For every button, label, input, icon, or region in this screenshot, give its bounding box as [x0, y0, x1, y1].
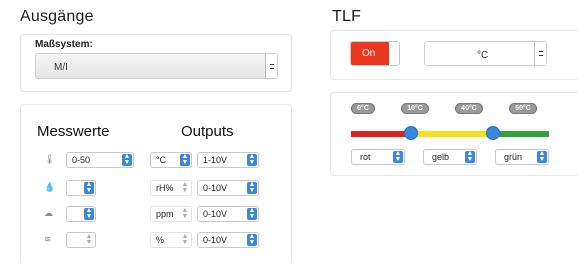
- unit-value: ppm: [156, 209, 174, 219]
- output-value: 0-10V: [203, 209, 228, 219]
- slider-green-segment: [493, 131, 549, 137]
- unit-select-value: °C: [477, 50, 489, 61]
- select-caret-icon: ▲ ▼: [465, 150, 475, 163]
- measure-system-label: Maßsystem:: [35, 39, 93, 50]
- tlf-control-panel: On °C: [330, 30, 578, 80]
- toggle-label: On: [362, 48, 376, 59]
- select-caret-icon: ▲ ▼: [84, 181, 94, 194]
- output-select[interactable]: 1-10V ▲ ▼: [197, 152, 259, 168]
- co2-icon: ☁: [44, 208, 53, 218]
- select-caret-icon: ▲ ▼: [122, 153, 132, 166]
- voc-icon: ≋: [44, 234, 52, 244]
- output-value: 0-10V: [203, 183, 228, 193]
- select-caret-icon: ▲ ▼: [393, 150, 403, 163]
- measure-system-select[interactable]: M/I: [35, 53, 278, 79]
- measurements-header: Messwerte: [37, 123, 110, 140]
- select-caret-icon: ▲ ▼: [537, 150, 547, 163]
- scale-label: 40°C: [455, 103, 483, 114]
- color-select[interactable]: rot ▲ ▼: [351, 149, 405, 165]
- output-select[interactable]: 0-10V ▲ ▼: [197, 180, 259, 196]
- select-caret-icon: ▲ ▼: [247, 153, 257, 166]
- scale-label: 50°C: [509, 103, 537, 114]
- color-select-value: gelb: [432, 152, 450, 162]
- unit-value: %: [156, 235, 165, 245]
- output-select[interactable]: 0-10V ▲ ▼: [197, 232, 259, 248]
- on-toggle[interactable]: On: [350, 41, 400, 66]
- output-select[interactable]: 0-10V ▲ ▼: [197, 206, 259, 222]
- slider-yellow-segment: [411, 131, 493, 137]
- unit-value: rH%: [156, 183, 174, 193]
- range-value: 0-50: [72, 155, 91, 165]
- outputs-title: Ausgänge: [20, 8, 94, 25]
- select-caret-icon: ▲ ▼: [84, 207, 94, 220]
- thermometer-icon: 🌡: [44, 154, 56, 164]
- slider-knob-low[interactable]: [404, 126, 418, 140]
- select-stepper-icon: [534, 42, 546, 65]
- output-value: 0-10V: [203, 235, 228, 245]
- unit-select[interactable]: ppm ▲ ▼: [150, 206, 192, 222]
- scale-label: 10°C: [401, 103, 429, 114]
- select-caret-icon: ▲ ▼: [247, 207, 257, 220]
- humidity-icon: 💧: [44, 182, 56, 192]
- select-caret-icon: ▲ ▼: [180, 153, 190, 166]
- range-select[interactable]: ▲ ▼: [66, 232, 96, 248]
- tlf-scale-panel: 0°C 10°C 40°C 50°C rot ▲ ▼ gelb ▲ ▼ grün ▲ ▼: [330, 92, 578, 176]
- unit-select[interactable]: °C: [424, 41, 547, 66]
- unit-select[interactable]: rH% ▲ ▼: [150, 180, 192, 196]
- unit-value: °C: [156, 155, 167, 165]
- select-caret-icon: ▲ ▼: [181, 207, 189, 220]
- color-select-value: grün: [504, 152, 523, 162]
- tlf-title: TLF: [332, 8, 362, 25]
- select-caret-icon: ▲ ▼: [247, 233, 257, 246]
- color-range-slider[interactable]: [351, 126, 549, 140]
- range-select[interactable]: ▲ ▼: [66, 180, 96, 196]
- slider-knob-high[interactable]: [486, 126, 500, 140]
- select-stepper-icon: [265, 54, 277, 78]
- output-value: 1-10V: [203, 155, 228, 165]
- unit-select[interactable]: °C ▲ ▼: [150, 152, 192, 168]
- color-select[interactable]: grün ▲ ▼: [495, 149, 549, 165]
- select-caret-icon: ▲ ▼: [85, 233, 93, 246]
- unit-select[interactable]: % ▲ ▼: [150, 232, 192, 248]
- color-select[interactable]: gelb ▲ ▼: [423, 149, 477, 165]
- measure-system-value: M/I: [54, 62, 68, 73]
- scale-label: 0°C: [351, 103, 375, 114]
- outputs-header: Outputs: [181, 123, 234, 140]
- measure-system-panel: Maßsystem: M/I: [20, 34, 292, 92]
- slider-red-segment: [351, 131, 411, 137]
- select-caret-icon: ▲ ▼: [181, 233, 189, 246]
- range-select[interactable]: 0-50 ▲ ▼: [66, 152, 134, 168]
- select-caret-icon: ▲ ▼: [181, 181, 189, 194]
- color-select-value: rot: [360, 152, 371, 162]
- range-select[interactable]: ▲ ▼: [66, 206, 96, 222]
- select-caret-icon: ▲ ▼: [247, 181, 257, 194]
